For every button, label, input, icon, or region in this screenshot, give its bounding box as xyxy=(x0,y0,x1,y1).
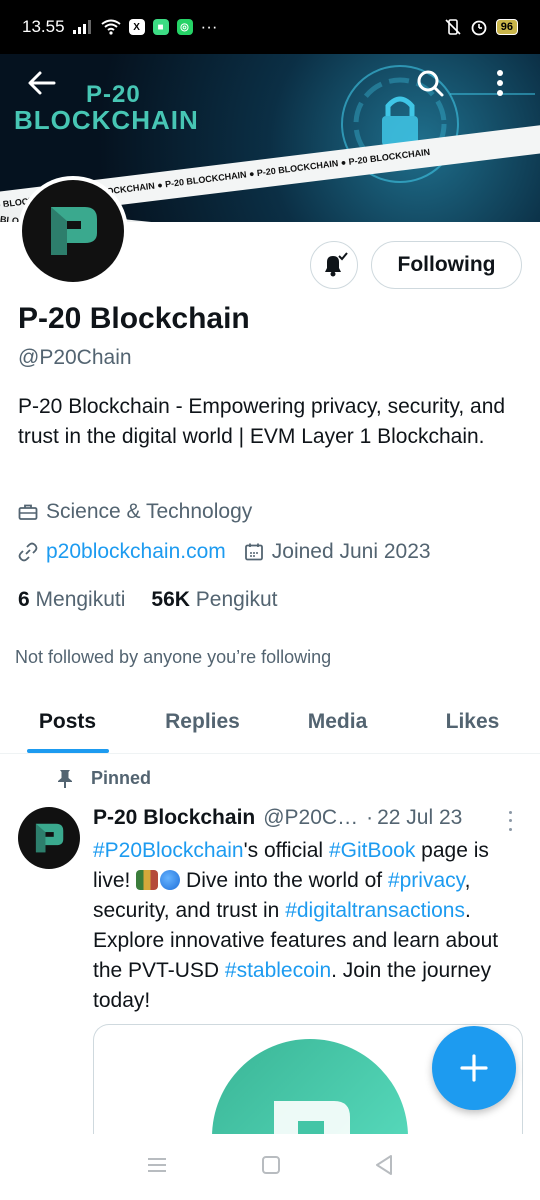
signal-icon xyxy=(72,20,93,34)
calendar-icon xyxy=(244,543,263,561)
banner-line2: BLOCKCHAIN xyxy=(14,105,199,136)
message-app-icon: ■ xyxy=(152,19,169,35)
p20-logo-icon xyxy=(51,207,97,255)
hashtag-p20blockchain[interactable]: #P20Blockchain xyxy=(93,839,244,862)
status-bar: 13.55 X ■ ◎ ··· 96 xyxy=(0,0,540,54)
books-emoji-icon xyxy=(136,870,159,890)
pin-icon xyxy=(58,769,72,788)
profile-avatar[interactable] xyxy=(18,176,128,286)
tab-posts[interactable]: Posts xyxy=(0,690,135,753)
card-logo-image xyxy=(212,1039,408,1144)
back-arrow-icon xyxy=(28,71,56,95)
not-followed-notice: Not followed by anyone you’re following xyxy=(15,647,332,667)
profile-bio: P-20 Blockchain - Empowering privacy, se… xyxy=(18,395,506,448)
tweet-header: P-20 Blockchain @P20C… · 22 Jul 23 xyxy=(93,806,523,830)
tweet-author-handle[interactable]: @P20C… xyxy=(263,806,358,830)
compose-tweet-button[interactable] xyxy=(432,1026,516,1110)
back-button[interactable] xyxy=(22,63,62,103)
tweet-date[interactable]: 22 Jul 23 xyxy=(377,806,462,830)
hashtag-digitaltransactions[interactable]: #digitaltransactions xyxy=(285,899,465,922)
followers-count: 56K xyxy=(151,588,190,611)
alarm-icon xyxy=(470,18,488,36)
pinned-text: Pinned xyxy=(91,768,152,788)
whatsapp-icon: ◎ xyxy=(176,19,193,35)
profile-handle: @P20Chain xyxy=(18,346,132,369)
search-icon xyxy=(417,70,444,97)
following-count-link[interactable]: 6 Mengikuti xyxy=(18,588,125,612)
bell-check-icon xyxy=(325,252,348,277)
wifi-icon xyxy=(100,19,121,35)
tab-likes[interactable]: Likes xyxy=(405,690,540,753)
joined-date: Joined Juni 2023 xyxy=(271,540,431,563)
website-link[interactable]: p20blockchain.com xyxy=(46,540,226,564)
tweet-text-part: Dive into the world of xyxy=(180,869,388,892)
globe-emoji-icon xyxy=(160,870,181,890)
system-navigation-bar xyxy=(0,1134,540,1200)
home-button[interactable] xyxy=(261,1155,281,1180)
menu-lines-icon xyxy=(148,1157,167,1172)
following-button[interactable]: Following xyxy=(371,241,522,289)
back-triangle-icon xyxy=(375,1154,392,1175)
tweet-avatar[interactable] xyxy=(18,807,80,869)
more-options-button[interactable] xyxy=(480,63,520,103)
follow-counts: 6 Mengikuti 56K Pengikut xyxy=(18,588,278,612)
tweet-more-button[interactable] xyxy=(500,808,520,834)
profile-name: P-20 Blockchain xyxy=(18,302,250,335)
category-text: Science & Technology xyxy=(46,500,253,523)
more-vertical-icon xyxy=(497,70,503,96)
tweet-author-name[interactable]: P-20 Blockchain xyxy=(93,806,255,830)
profile-tabs: Posts Replies Media Likes xyxy=(0,690,540,754)
notification-bell-button[interactable] xyxy=(310,241,358,289)
p20-logo-small-icon xyxy=(35,823,64,853)
search-button[interactable] xyxy=(410,63,450,103)
tab-replies[interactable]: Replies xyxy=(135,690,270,753)
profile-links-row: p20blockchain.com Joined Juni 2023 xyxy=(18,540,431,564)
following-label: Mengikuti xyxy=(35,588,126,611)
status-time: 13.55 xyxy=(22,17,65,36)
tweet-text: #P20Blockchain's official #GitBook page … xyxy=(93,836,529,1016)
followers-label: Pengikut xyxy=(195,588,278,611)
hashtag-gitbook[interactable]: #GitBook xyxy=(329,839,415,862)
x-app-icon: X xyxy=(128,19,145,35)
profile-category: Science & Technology xyxy=(18,500,252,524)
tweet-text-part: 's official xyxy=(243,839,329,862)
vibrate-off-icon xyxy=(444,18,462,36)
avatar-logo xyxy=(22,180,124,282)
home-square-icon xyxy=(261,1155,280,1174)
hashtag-stablecoin[interactable]: #stablecoin xyxy=(225,959,331,982)
hashtag-privacy[interactable]: #privacy xyxy=(388,869,465,892)
plus-icon xyxy=(460,1054,488,1082)
followers-count-link[interactable]: 56K Pengikut xyxy=(151,588,277,612)
system-back-button[interactable] xyxy=(374,1154,394,1181)
battery-indicator: 96 xyxy=(495,19,518,35)
link-icon xyxy=(18,542,38,562)
recent-apps-button[interactable] xyxy=(146,1156,168,1179)
following-count: 6 xyxy=(18,588,30,611)
more-notifications-icon: ··· xyxy=(200,17,218,36)
pinned-label: Pinned xyxy=(57,768,151,789)
tweet-separator: · xyxy=(366,806,374,829)
tab-media[interactable]: Media xyxy=(270,690,405,753)
briefcase-icon xyxy=(18,504,38,520)
